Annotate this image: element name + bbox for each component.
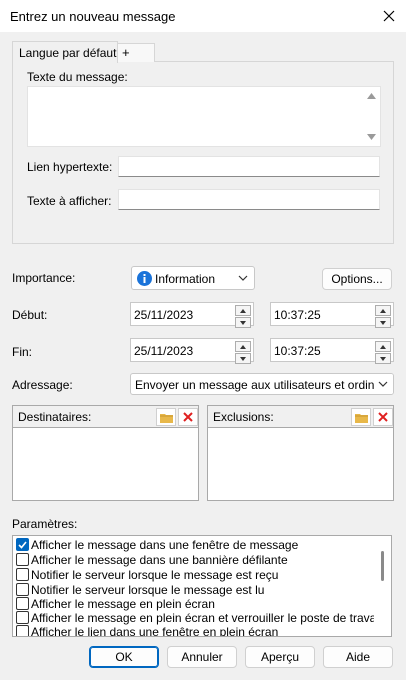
message-text-label: Texte du message: bbox=[27, 70, 128, 84]
param-label: Afficher le message en plein écran et ve… bbox=[31, 610, 382, 625]
importance-value: Information bbox=[155, 272, 216, 286]
addressing-label: Adressage: bbox=[12, 378, 73, 392]
param-label: Afficher le message en plein écran bbox=[31, 596, 215, 611]
addressing-dropdown[interactable] bbox=[375, 374, 393, 394]
recipients-header: Destinataires: bbox=[13, 406, 198, 428]
delete-icon bbox=[378, 412, 388, 422]
delete-icon bbox=[183, 412, 193, 422]
folder-icon bbox=[159, 413, 173, 423]
param-item[interactable]: Afficher le lien dans une fenêtre en ple… bbox=[16, 624, 279, 637]
params-list[interactable]: Afficher le message dans une fenêtre de … bbox=[12, 535, 392, 637]
checkbox[interactable] bbox=[16, 538, 29, 551]
message-scrollbar[interactable] bbox=[363, 87, 380, 146]
params-scrollbar[interactable] bbox=[374, 536, 391, 636]
param-label: Afficher le message dans une bannière dé… bbox=[31, 552, 288, 567]
end-date-value: 25/11/2023 bbox=[134, 344, 194, 358]
tab-add-language[interactable]: + bbox=[116, 43, 155, 62]
param-label: Notifier le serveur lorsque le message e… bbox=[31, 582, 265, 597]
checkbox[interactable] bbox=[16, 597, 29, 610]
start-time-value: 10:37:25 bbox=[274, 308, 321, 322]
display-text-label: Texte à afficher: bbox=[27, 194, 112, 208]
cancel-button[interactable]: Annuler bbox=[167, 646, 237, 668]
checkmark-icon bbox=[18, 540, 27, 549]
param-label: Afficher le lien dans une fenêtre en ple… bbox=[31, 624, 279, 637]
scroll-up-icon[interactable] bbox=[367, 93, 376, 99]
help-button[interactable]: Aide bbox=[323, 646, 393, 668]
folder-icon bbox=[354, 413, 368, 423]
spin-up-icon[interactable] bbox=[235, 341, 251, 352]
param-item[interactable]: Afficher le message en plein écran et ve… bbox=[16, 610, 382, 625]
exclusions-header: Exclusions: bbox=[208, 406, 393, 428]
window-title: Entrez un nouveau message bbox=[10, 9, 176, 24]
checkbox[interactable] bbox=[16, 553, 29, 566]
addressing-select[interactable]: Envoyer un message aux utilisateurs et o… bbox=[130, 373, 394, 395]
end-date-input[interactable]: 25/11/2023 bbox=[130, 338, 254, 364]
tab-add-label: + bbox=[122, 45, 130, 60]
params-label: Paramètres: bbox=[12, 517, 78, 531]
scroll-down-icon[interactable] bbox=[367, 134, 376, 140]
checkbox[interactable] bbox=[16, 625, 29, 636]
exclusions-browse-button[interactable] bbox=[351, 408, 371, 426]
end-time-spinner[interactable] bbox=[375, 341, 391, 364]
recipients-box[interactable]: Destinataires: bbox=[12, 405, 199, 501]
exclusions-delete-button[interactable] bbox=[373, 408, 393, 426]
param-item[interactable]: Afficher le message dans une bannière dé… bbox=[16, 552, 288, 567]
recipients-delete-button[interactable] bbox=[178, 408, 198, 426]
spin-down-icon[interactable] bbox=[375, 317, 391, 328]
start-label: Début: bbox=[12, 308, 48, 322]
exclusions-box[interactable]: Exclusions: bbox=[207, 405, 394, 501]
param-item[interactable]: Afficher le message dans une fenêtre de … bbox=[16, 537, 298, 552]
param-item[interactable]: Notifier le serveur lorsque le message e… bbox=[16, 582, 264, 597]
end-date-spinner[interactable] bbox=[235, 341, 251, 364]
close-icon bbox=[383, 10, 395, 22]
hyperlink-label: Lien hypertexte: bbox=[27, 160, 113, 174]
recipients-browse-button[interactable] bbox=[156, 408, 176, 426]
param-label: Notifier le serveur lorsque le message e… bbox=[31, 567, 279, 582]
importance-select[interactable]: Information bbox=[131, 266, 255, 290]
checkbox[interactable] bbox=[16, 568, 29, 581]
importance-label: Importance: bbox=[12, 271, 76, 285]
recipients-label: Destinataires: bbox=[18, 410, 92, 424]
start-date-input[interactable]: 25/11/2023 bbox=[130, 302, 254, 328]
options-button[interactable]: Options... bbox=[322, 268, 392, 290]
start-time-input[interactable]: 10:37:25 bbox=[270, 302, 394, 328]
spin-down-icon[interactable] bbox=[235, 353, 251, 364]
end-label: Fin: bbox=[12, 345, 33, 359]
chevron-down-icon bbox=[378, 381, 388, 387]
spin-up-icon[interactable] bbox=[235, 305, 251, 316]
message-text-input[interactable] bbox=[27, 86, 381, 147]
param-item[interactable]: Notifier le serveur lorsque le message e… bbox=[16, 567, 278, 582]
end-time-input[interactable]: 10:37:25 bbox=[270, 338, 394, 364]
start-date-value: 25/11/2023 bbox=[134, 308, 194, 322]
close-button[interactable] bbox=[376, 4, 402, 28]
spin-up-icon[interactable] bbox=[375, 341, 391, 352]
preview-button[interactable]: Aperçu bbox=[245, 646, 315, 668]
ok-button[interactable]: OK bbox=[89, 646, 159, 668]
param-label: Afficher le message dans une fenêtre de … bbox=[31, 537, 299, 552]
spin-up-icon[interactable] bbox=[375, 305, 391, 316]
param-item[interactable]: Afficher le message en plein écran bbox=[16, 596, 215, 611]
addressing-value: Envoyer un message aux utilisateurs et o… bbox=[135, 378, 394, 392]
scroll-thumb[interactable] bbox=[381, 551, 384, 581]
end-time-value: 10:37:25 bbox=[274, 344, 321, 358]
exclusions-label: Exclusions: bbox=[213, 410, 274, 424]
info-icon bbox=[137, 271, 152, 286]
start-time-spinner[interactable] bbox=[375, 305, 391, 328]
hyperlink-input[interactable] bbox=[118, 156, 380, 177]
checkbox[interactable] bbox=[16, 611, 29, 624]
checkbox[interactable] bbox=[16, 583, 29, 596]
display-text-input[interactable] bbox=[118, 189, 380, 210]
tab-default-language-label: Langue par défaut bbox=[19, 46, 117, 60]
spin-down-icon[interactable] bbox=[235, 317, 251, 328]
start-date-spinner[interactable] bbox=[235, 305, 251, 328]
chevron-down-icon bbox=[238, 275, 248, 281]
spin-down-icon[interactable] bbox=[375, 353, 391, 364]
tab-default-language[interactable]: Langue par défaut bbox=[12, 41, 118, 63]
